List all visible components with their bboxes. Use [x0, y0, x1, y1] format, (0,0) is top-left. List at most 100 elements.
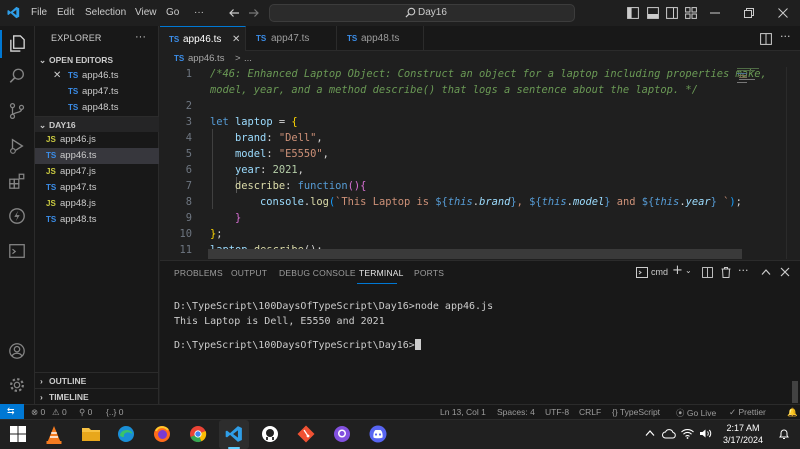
close-panel-icon[interactable] — [780, 267, 790, 277]
file-item[interactable]: JS app47.js — [35, 164, 159, 180]
indentation[interactable]: Spaces: 4 — [497, 407, 535, 417]
vscode-taskbar-icon[interactable] — [225, 425, 245, 445]
close-tab-icon[interactable]: ✕ — [232, 27, 240, 52]
timeline-header[interactable]: › TIMELINE — [35, 388, 159, 404]
firefox-icon[interactable] — [153, 425, 173, 445]
tab-app46[interactable]: TS app46.ts ✕ — [160, 26, 246, 51]
menu-more[interactable]: ··· — [194, 7, 204, 18]
shell-name[interactable]: cmd — [651, 267, 668, 277]
file-explorer-icon[interactable] — [81, 425, 101, 445]
panel-more-icon[interactable]: ··· — [738, 264, 749, 277]
horizontal-scrollbar[interactable] — [208, 249, 742, 259]
github-desktop-icon[interactable] — [333, 425, 353, 445]
windows-start-icon[interactable] — [9, 425, 29, 445]
file-item[interactable]: JS app46.js — [35, 132, 159, 148]
clock-time[interactable]: 2:17 AM — [718, 423, 768, 433]
github-icon[interactable] — [261, 425, 281, 445]
chevron-up-icon[interactable] — [645, 429, 655, 437]
errors-indicator[interactable]: ⊗ 0 — [31, 407, 45, 418]
split-editor-icon[interactable] — [760, 33, 772, 45]
trash-icon[interactable] — [721, 267, 731, 278]
restore-icon[interactable] — [744, 8, 754, 18]
editor-scrollbar[interactable] — [786, 67, 800, 259]
warnings-indicator[interactable]: ⚠ 0 — [52, 407, 67, 418]
back-arrow-icon[interactable] — [228, 7, 240, 19]
vscode-logo-icon[interactable] — [7, 6, 20, 19]
forward-arrow-icon[interactable] — [248, 7, 260, 19]
editor-more-icon[interactable]: ··· — [780, 30, 791, 43]
file-item[interactable]: TS app47.ts — [35, 180, 159, 196]
split-terminal-icon[interactable] — [702, 267, 713, 278]
open-editor-item[interactable]: TS app47.ts — [35, 84, 159, 100]
vlc-icon[interactable] — [45, 425, 65, 445]
menu-file[interactable]: File — [31, 7, 47, 18]
close-window-icon[interactable] — [778, 8, 788, 18]
open-editors-header[interactable]: ⌄ OPEN EDITORS — [35, 52, 159, 68]
remote-explorer-icon[interactable] — [8, 207, 26, 225]
toggle-panel-icon[interactable] — [647, 7, 659, 19]
new-terminal-icon[interactable]: + — [672, 263, 683, 278]
maximize-panel-icon[interactable] — [761, 268, 771, 276]
ports-indicator[interactable]: ⚲ 0 — [79, 407, 92, 418]
discord-icon[interactable] — [369, 425, 389, 445]
terminal-scrollbar[interactable] — [792, 381, 798, 403]
toggle-primary-sidebar-icon[interactable] — [627, 7, 639, 19]
cursor-position[interactable]: Ln 13, Col 1 — [440, 407, 486, 417]
menu-edit[interactable]: Edit — [57, 7, 74, 18]
gear-icon[interactable] — [8, 376, 26, 394]
search-view-icon[interactable] — [8, 67, 26, 85]
toggle-secondary-sidebar-icon[interactable] — [666, 7, 678, 19]
go-live-button[interactable]: ⦿ Go Live — [676, 407, 716, 419]
customize-layout-icon[interactable] — [685, 7, 697, 19]
notifications-bell-icon[interactable]: 🔔 — [787, 407, 798, 418]
panel-tab-debug-console[interactable]: DEBUG CONSOLE — [279, 268, 356, 278]
minimap[interactable] — [734, 67, 774, 87]
close-icon[interactable]: ✕ — [53, 68, 61, 84]
minimize-icon[interactable] — [710, 12, 720, 14]
terminal-prompt[interactable]: D:\TypeScript\100DaysOfTypeScript\Day16> — [174, 339, 421, 351]
tab-app48[interactable]: TS app48.ts — [338, 26, 424, 51]
panel-tab-problems[interactable]: PROBLEMS — [174, 268, 223, 278]
line-ending[interactable]: CRLF — [579, 407, 601, 417]
misc-indicator[interactable]: {..} 0 — [106, 407, 124, 417]
code-editor[interactable]: 1 2 3 4 5 6 7 8 9 10 11 12 /*46: Enhance… — [160, 67, 800, 272]
file-item-selected[interactable]: TS app46.ts — [35, 148, 159, 164]
open-editor-item[interactable]: ✕ TS app46.ts — [35, 68, 159, 84]
panel-tab-ports[interactable]: PORTS — [414, 268, 444, 278]
volume-icon[interactable] — [699, 428, 712, 439]
remote-indicator[interactable]: ⇆ — [0, 404, 24, 419]
terminal-dropdown-icon[interactable]: ⌄ — [685, 266, 692, 275]
menu-view[interactable]: View — [135, 7, 157, 18]
code-line-5: model: "E5550", — [235, 148, 329, 160]
wifi-icon[interactable] — [681, 428, 694, 439]
extensions-icon[interactable] — [8, 172, 26, 190]
menu-go[interactable]: Go — [166, 7, 179, 18]
panel-tab-output[interactable]: OUTPUT — [231, 268, 267, 278]
notification-center-icon[interactable] — [778, 428, 790, 440]
prettier-status[interactable]: ✓ Prettier — [729, 407, 766, 418]
outline-header[interactable]: › OUTLINE — [35, 372, 159, 388]
breadcrumb-symbol[interactable]: ... — [244, 53, 252, 64]
explorer-more-icon[interactable]: ··· — [135, 31, 146, 43]
menu-selection[interactable]: Selection — [85, 7, 126, 18]
file-item[interactable]: JS app48.js — [35, 196, 159, 212]
terminal-view-icon[interactable] — [8, 242, 26, 260]
folder-header[interactable]: ⌄ DAY16 — [35, 116, 159, 132]
encoding[interactable]: UTF-8 — [545, 407, 569, 417]
cloud-icon[interactable] — [662, 428, 676, 439]
file-item[interactable]: TS app48.ts — [35, 212, 159, 228]
breadcrumb-file[interactable]: app46.ts — [188, 53, 224, 64]
edge-icon[interactable] — [117, 425, 137, 445]
panel-tab-terminal[interactable]: TERMINAL — [359, 268, 404, 278]
tab-app47[interactable]: TS app47.ts — [247, 26, 337, 51]
language-mode[interactable]: {} TypeScript — [612, 407, 660, 417]
source-control-icon[interactable] — [8, 102, 26, 120]
chrome-icon[interactable] — [189, 425, 209, 445]
git-icon[interactable] — [297, 425, 317, 445]
accounts-icon[interactable] — [8, 342, 26, 360]
open-editor-item[interactable]: TS app48.ts — [35, 100, 159, 116]
explorer-icon[interactable] — [8, 34, 27, 53]
clock-date[interactable]: 3/17/2024 — [718, 435, 768, 445]
run-debug-icon[interactable] — [8, 137, 26, 155]
code-line-6: year: 2021, — [235, 164, 304, 176]
